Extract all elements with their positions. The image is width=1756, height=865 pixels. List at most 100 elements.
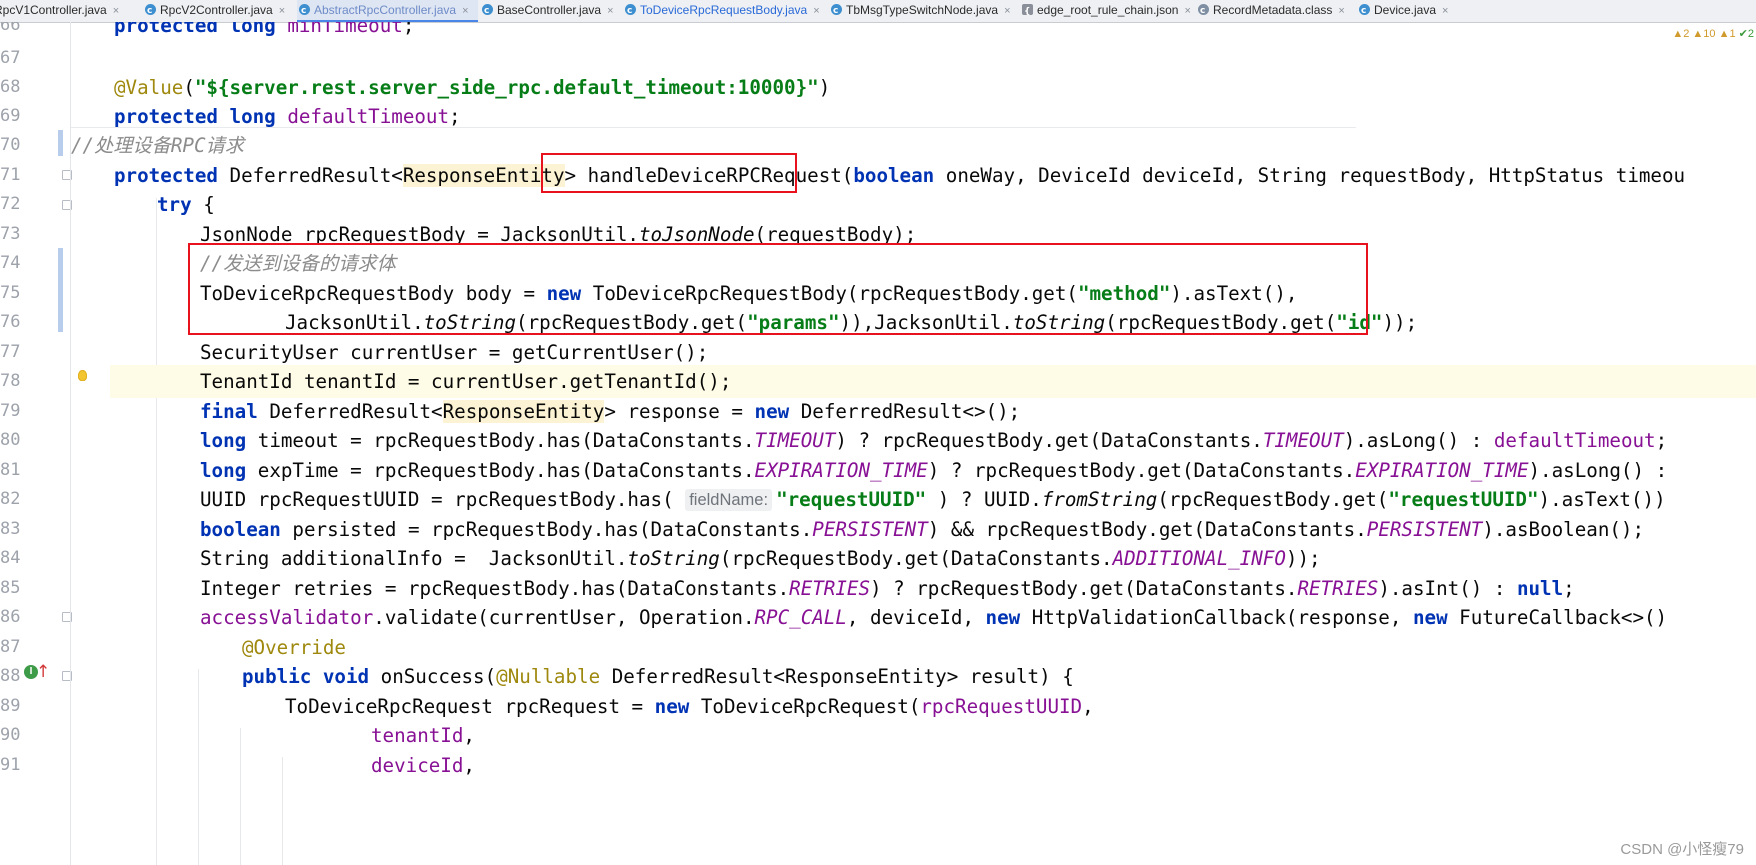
token: new [985,606,1021,629]
line-number: 90 [0,725,21,745]
token: rpcRequestUUID [920,695,1083,718]
token: long [200,459,247,482]
token: DeferredResult< [257,400,443,423]
close-icon[interactable]: × [1184,5,1190,17]
token: new [1412,606,1448,629]
tab-label: RecordMetadata.class [1213,3,1333,17]
tab-label: ToDeviceRpcRequestBody.java [640,3,808,17]
close-icon[interactable]: × [113,5,119,17]
close-icon[interactable]: × [1004,5,1010,17]
close-icon[interactable]: × [607,5,613,17]
tab-rpcv1controller[interactable]: RpcV1Controller.java × [0,0,142,22]
token: fromString [1041,488,1158,511]
token: DeferredResult<>(); [789,400,1021,423]
token: protected [114,164,218,187]
warning-count: ▲2 [1672,28,1690,40]
inspection-widget[interactable]: ▲2 ▲10 ▲1 ✔2 [1670,27,1756,43]
token: , [463,754,475,777]
tab-label: edge_root_rule_chain.json [1037,3,1179,17]
json-file-icon [1022,2,1033,22]
weak-warning-count: ▲10 [1692,28,1716,40]
token: ).asBoolean(); [1482,518,1645,541]
token: , [463,724,475,747]
token: ).asLong() : [1343,429,1494,452]
token: @Override [242,636,346,659]
tab-todevicerpcrequestbody[interactable]: ToDeviceRpcRequestBody.java × [623,0,827,22]
token: RETRIES [789,577,871,600]
watermark: CSDN @小怪瘦79 [1620,841,1744,858]
java-class-icon [299,1,310,22]
lightbulb-icon[interactable] [78,370,87,381]
token: ; [1655,429,1668,452]
tab-recordmetadata[interactable]: RecordMetadata.class × [1196,0,1354,22]
tab-tbmsgtypeswitchnode[interactable]: TbMsgTypeSwitchNode.java × [829,0,1017,22]
token: ADDITIONAL_INFO [1112,547,1286,570]
token: SecurityUser currentUser = getCurrentUse… [200,341,709,364]
token: "${server.rest.server_side_rpc.default_t… [194,76,819,99]
tab-label: RpcV2Controller.java [160,3,273,17]
token: timeout = rpcRequestBody.has(DataConstan… [246,429,755,452]
token: TIMEOUT [1262,429,1344,452]
token: onSuccess( [369,665,497,688]
line-number: 70 [0,135,21,155]
tab-abstractrpccontroller[interactable]: AbstractRpcController.java × [297,0,478,22]
code-line-82: 82 UUID rpcRequestUUID = rpcRequestBody.… [0,483,1756,516]
go-to-super-arrow-icon[interactable]: ↑ [36,662,50,682]
token: .validate(currentUser, Operation. [373,606,755,629]
token: { [191,193,215,216]
close-icon[interactable]: × [462,5,468,17]
code-line-90: 90 tenantId, [0,719,1756,752]
token: (rpcRequestBody.get( [1157,488,1389,511]
token: RETRIES [1297,577,1379,600]
token: "requestUUID" [1388,488,1539,511]
token: defaultTimeout [1493,429,1656,452]
token: DeferredResult<ResponseEntity> result) { [600,665,1074,688]
line-number: 66 [0,22,21,35]
token: boolean [853,164,935,187]
token: ; [449,105,461,128]
token: long [229,105,276,128]
token: ( [183,76,195,99]
token: try [157,193,192,216]
tab-rpcv2controller[interactable]: RpcV2Controller.java × [143,0,296,22]
tab-edge-root-rule-chain[interactable]: edge_root_rule_chain.json × [1020,0,1194,22]
token: ToDeviceRpcRequest( [689,695,921,718]
java-class-icon [145,1,156,22]
code-line-78-current: TenantId tenantId = currentUser.getTenan… [110,365,1756,398]
tab-label: TbMsgTypeSwitchNode.java [846,3,999,17]
token: void [322,665,370,688]
token: persisted = rpcRequestBody.has(DataConst… [280,518,813,541]
close-icon[interactable]: × [1442,5,1448,17]
tab-basecontroller[interactable]: BaseController.java × [480,0,622,22]
token: new [754,400,790,423]
token: accessValidator [200,606,374,629]
token: expTime = rpcRequestBody.has(DataConstan… [246,459,755,482]
close-icon[interactable]: × [1338,5,1344,17]
token: ; [1563,577,1575,600]
line-number-row: 78 [0,365,60,398]
token: public [242,665,312,688]
code-line-91: 91 deviceId, [0,749,1756,782]
token: FutureCallback<>() [1447,606,1668,629]
token: toString [627,547,720,570]
close-icon[interactable]: × [279,5,285,17]
line-number: 80 [0,430,21,450]
token: "requestUUID" [776,488,927,511]
token: ) ? UUID. [926,488,1042,511]
java-class-icon [1359,1,1370,22]
token: )); [1382,311,1418,334]
java-class-icon [482,1,493,22]
code-line-88: 88 public void onSuccess(@Nullable Defer… [0,660,1756,693]
token: ; [402,22,415,37]
token: UUID rpcRequestUUID = rpcRequestBody.has… [200,488,686,511]
tab-label: AbstractRpcController.java [314,3,457,17]
code-editor[interactable]: 66 protected long minTimeout; 67 68 @Val… [0,22,1756,865]
token: protected [114,22,218,37]
tab-label: BaseController.java [497,3,602,17]
close-icon[interactable]: × [813,5,819,17]
token: @Value [114,76,184,99]
tab-device[interactable]: Device.java × [1357,0,1477,22]
